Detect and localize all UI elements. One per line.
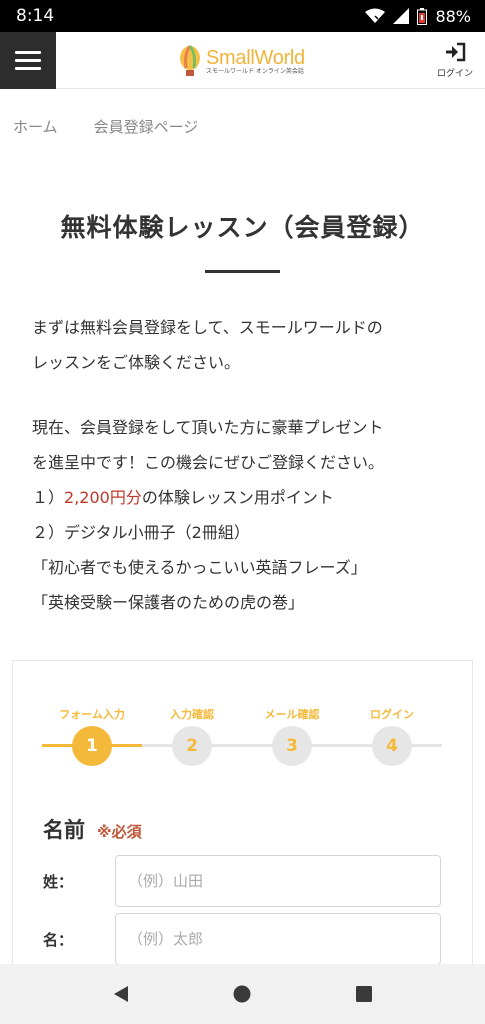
- site-header: SmallWorld スモールワールド オンライン英会話 ログイン: [0, 32, 485, 89]
- hamburger-menu-button[interactable]: [0, 32, 56, 89]
- step-label: ログイン: [370, 708, 414, 721]
- home-icon: [233, 985, 251, 1003]
- logo-name: SmallWorld: [206, 47, 305, 69]
- first-name-label: 名：: [43, 930, 74, 949]
- present-item-3: 「初心者でも使えるかっこいい英語フレーズ」: [32, 558, 367, 577]
- breadcrumb: ホーム 会員登録ページ: [13, 116, 198, 137]
- login-icon: [446, 42, 466, 62]
- step-form-input: フォーム入力 1: [42, 706, 142, 766]
- system-nav-bar: [0, 964, 485, 1024]
- step-number: 2: [172, 726, 212, 766]
- name-section-title: 名前: [43, 818, 85, 842]
- back-button[interactable]: [101, 974, 141, 1014]
- present-item-2: ２）デジタル小冊子（2冊組）: [32, 523, 250, 542]
- intro-line: を進呈中です！この機会にぜひご登録ください。: [32, 453, 385, 472]
- hamburger-icon-bar: [15, 59, 41, 62]
- battery-percent: 88%: [435, 6, 471, 26]
- intro-spacer: [32, 380, 452, 410]
- last-name-label: 姓：: [43, 872, 74, 891]
- intro-line: まずは無料会員登録をして、スモールワールドの: [32, 318, 383, 337]
- home-button[interactable]: [222, 974, 262, 1014]
- login-label: ログイン: [436, 69, 473, 79]
- signal-icon: [393, 8, 410, 24]
- last-name-row: 姓：: [43, 855, 443, 907]
- wifi-icon: [365, 8, 386, 24]
- battery-icon: [417, 7, 428, 25]
- step-label: 入力確認: [170, 708, 214, 721]
- intro-line: レッスンをご体験ください。: [32, 353, 241, 372]
- present-item-1-amount: 2,200円分: [64, 488, 142, 507]
- required-badge: ※必須: [97, 823, 142, 841]
- step-number: 4: [372, 726, 412, 766]
- step-login: ログイン 4: [342, 706, 442, 766]
- breadcrumb-home[interactable]: ホーム: [13, 116, 58, 137]
- first-name-row: 名：: [43, 913, 443, 965]
- page-title: 無料体験レッスン（会員登録）: [60, 213, 425, 242]
- login-button[interactable]: ログイン: [433, 42, 477, 79]
- first-name-input[interactable]: [115, 913, 441, 965]
- hamburger-icon-bar: [15, 67, 41, 70]
- logo-subtitle: スモールワールド オンライン英会話: [206, 68, 304, 75]
- step-number: 3: [272, 726, 312, 766]
- step-label: フォーム入力: [59, 708, 125, 721]
- intro-text: まずは無料会員登録をして、スモールワールドの レッスンをご体験ください。 現在、…: [32, 310, 452, 620]
- recents-icon: [356, 986, 373, 1002]
- name-section-heading: 名前 ※必須: [43, 814, 142, 844]
- intro-line: 現在、会員登録をして頂いた方に豪華プレゼント: [32, 418, 384, 437]
- present-item-1-prefix: １）: [32, 488, 65, 507]
- logo-mark-icon: [180, 45, 200, 76]
- step-mail-confirm: メール確認 3: [242, 706, 342, 766]
- present-item-1-suffix: の体験レッスン用ポイント: [141, 488, 334, 507]
- status-bar: 8:14 88%: [0, 0, 485, 32]
- present-item-4: 「英検受験ー保護者のための虎の巻」: [32, 593, 305, 612]
- back-icon: [113, 986, 128, 1002]
- site-logo[interactable]: SmallWorld スモールワールド オンライン英会話: [178, 42, 308, 82]
- step-label: メール確認: [264, 708, 320, 721]
- recents-button[interactable]: [344, 974, 384, 1014]
- breadcrumb-current: 会員登録ページ: [93, 118, 199, 136]
- progress-steps: フォーム入力 1 入力確認 2 メール確認 3 ログイン 4: [42, 706, 442, 776]
- present-item-1: １）2,200円分の体験レッスン用ポイント: [32, 480, 452, 515]
- step-number: 1: [72, 726, 112, 766]
- step-input-confirm: 入力確認 2: [142, 706, 242, 766]
- title-divider: [205, 270, 280, 273]
- last-name-input[interactable]: [115, 855, 441, 907]
- hamburger-icon: [15, 51, 41, 54]
- status-time: 8:14: [16, 6, 55, 26]
- status-icons: 88%: [365, 7, 471, 26]
